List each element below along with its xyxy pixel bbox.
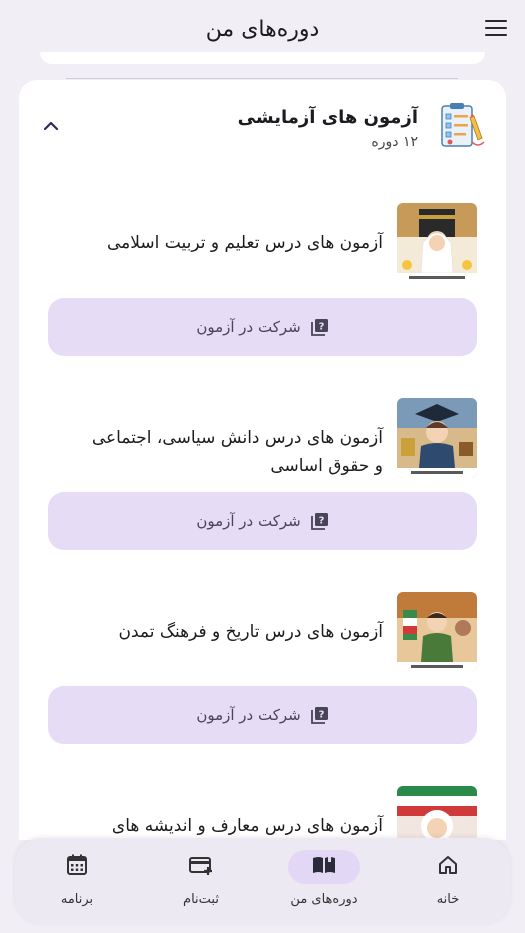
course-thumbnail — [397, 398, 477, 478]
nav-item-register[interactable]: ثبت‌نام — [146, 850, 256, 920]
exam-checklist-icon — [436, 102, 486, 152]
svg-text:?: ? — [318, 710, 324, 721]
nav-item-home[interactable]: خانه — [393, 850, 503, 920]
category-count: ۱۲ دوره — [371, 134, 418, 150]
nav-label: ثبت‌نام — [183, 892, 219, 907]
course-title: آزمون های درس دانش سیاسی، اجتماعی و حقوق… — [91, 428, 383, 476]
nav-item-schedule[interactable]: برنامه — [22, 850, 132, 920]
nav-item-my-courses[interactable]: دوره‌های من — [269, 850, 379, 920]
open-book-icon — [311, 853, 337, 881]
category-title: آزمون های آزمایشی — [237, 107, 418, 128]
hamburger-menu-icon[interactable] — [483, 16, 509, 40]
top-app-bar: دوره‌های من — [0, 0, 525, 58]
course-thumbnail — [397, 592, 477, 672]
chevron-up-icon[interactable] — [41, 116, 61, 136]
nav-label: برنامه — [60, 892, 94, 907]
previous-card-edge — [40, 52, 485, 64]
card-add-icon — [188, 853, 214, 881]
course-thumbnail — [397, 203, 477, 283]
nav-label: دوره‌های من — [290, 892, 358, 907]
page-title: دوره‌های من — [205, 16, 320, 42]
quiz-icon: ? — [310, 706, 329, 724]
divider — [66, 78, 458, 79]
svg-text:?: ? — [318, 516, 324, 527]
calendar-icon — [65, 853, 89, 881]
course-title: آزمون های درس تعلیم و تربیت اسلامی — [107, 233, 383, 253]
home-icon — [436, 853, 460, 881]
course-thumbnail — [397, 786, 477, 840]
join-exam-button[interactable]: ? شرکت در آزمون — [48, 686, 477, 744]
join-exam-button[interactable]: ? شرکت در آزمون — [48, 298, 477, 356]
bottom-navigation: خانه دوره‌های من ثبت‌نام — [15, 838, 510, 924]
quiz-icon: ? — [310, 318, 329, 336]
category-header[interactable]: آزمون های آزمایشی ۱۲ دوره — [19, 80, 506, 175]
category-card: آزمون های آزمایشی ۱۲ دوره آزمون های درس … — [19, 80, 506, 840]
course-title: آزمون های درس معارف و اندیشه های اسلامی … — [111, 816, 383, 836]
join-exam-label: شرکت در آزمون — [196, 318, 301, 336]
join-exam-label: شرکت در آزمون — [196, 706, 301, 724]
join-exam-button[interactable]: ? شرکت در آزمون — [48, 492, 477, 550]
svg-text:?: ? — [318, 322, 324, 333]
quiz-icon: ? — [310, 512, 329, 530]
join-exam-label: شرکت در آزمون — [196, 512, 301, 530]
course-title: آزمون های درس تاریخ و فرهنگ تمدن — [118, 622, 383, 642]
nav-label: خانه — [436, 892, 460, 907]
